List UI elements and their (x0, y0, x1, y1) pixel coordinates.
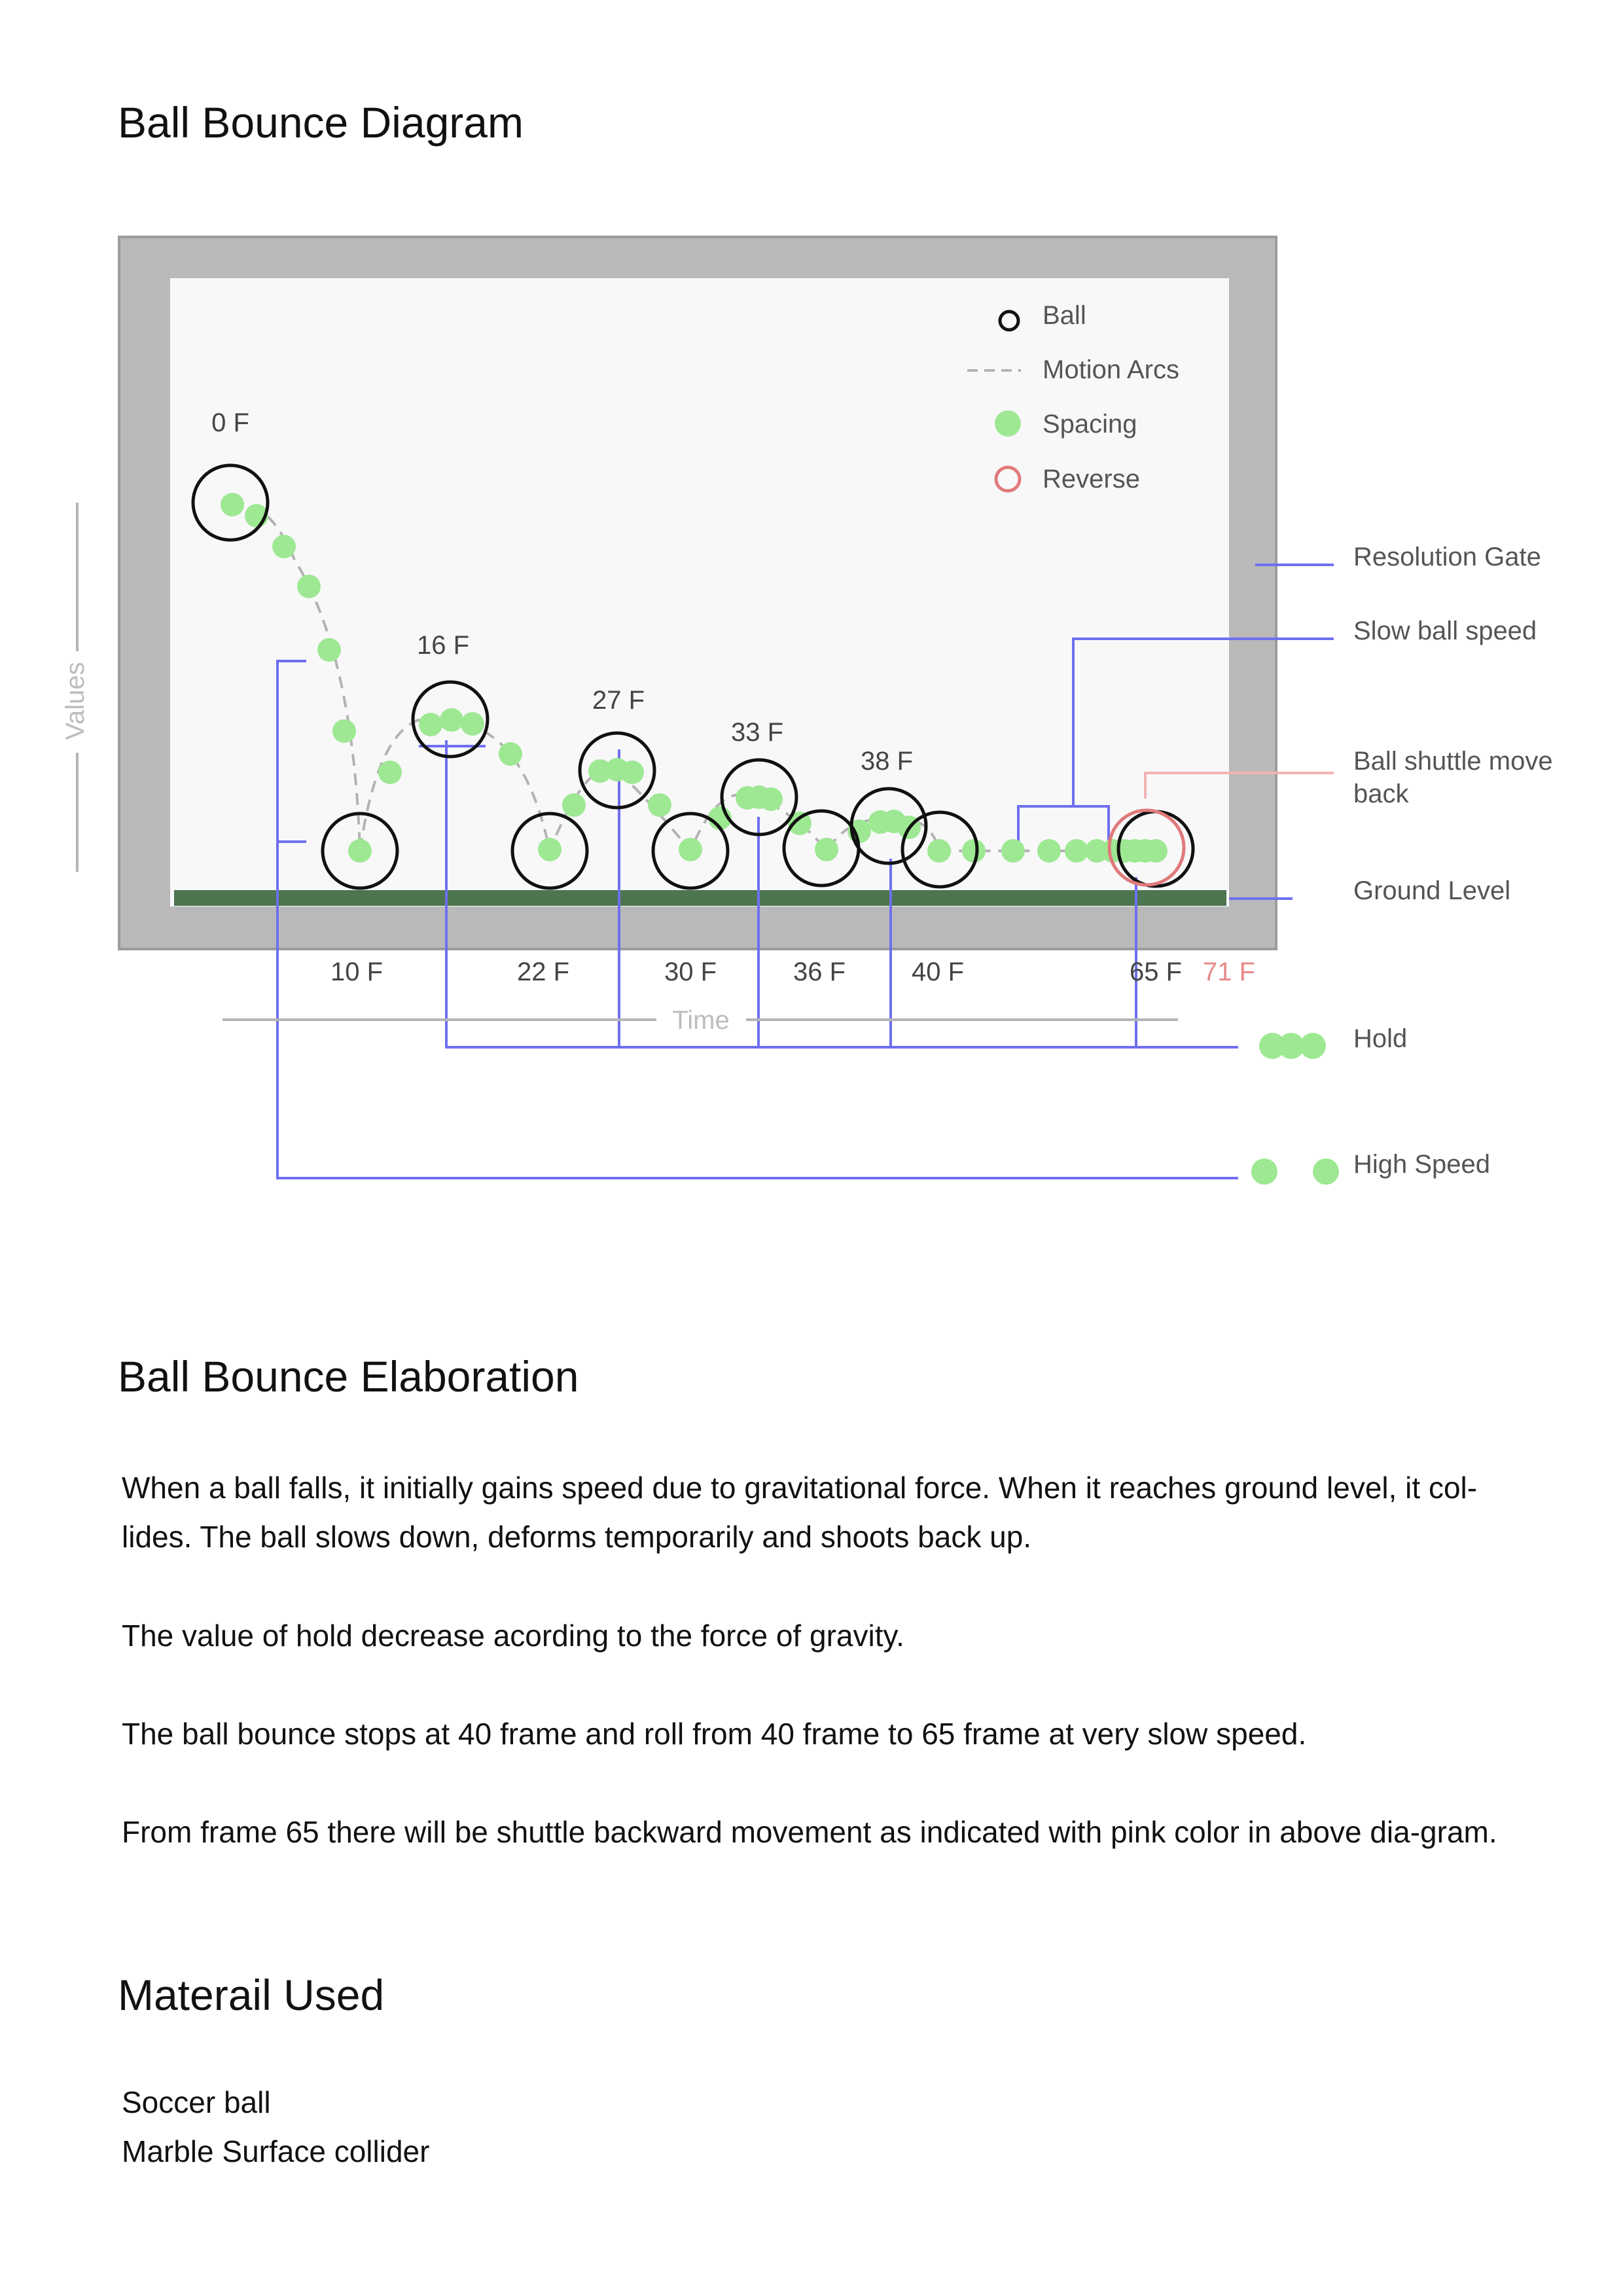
shuttle-label-line1: Ball shuttle move (1353, 747, 1553, 776)
materials-title: Materail Used (118, 1971, 385, 2019)
spacing-dot (419, 713, 442, 736)
material-item: Soccer ball (122, 2085, 271, 2119)
spacing-dot (815, 838, 838, 861)
spacing-dot (499, 742, 522, 766)
frame-label: 38 F (861, 747, 913, 776)
spacing-dot (332, 719, 356, 743)
slow-ball-speed-label: Slow ball speed (1353, 617, 1537, 645)
legend-label: Ball (1043, 301, 1086, 330)
ground-bar (174, 890, 1226, 906)
spacing-dot (1144, 839, 1168, 863)
spacing-dot (1001, 839, 1025, 863)
spacing-dot (620, 761, 644, 784)
spacing-dot (679, 838, 702, 861)
spacing-dot (562, 793, 586, 817)
frame-label: 30 F (664, 958, 717, 986)
material-item: Marble Surface collider (122, 2134, 430, 2168)
spacing-dot (378, 761, 402, 784)
spacing-dot (1037, 839, 1061, 863)
legend-label: Spacing (1043, 410, 1137, 439)
frame-label: 0 F (211, 408, 249, 437)
frame-labels-bottom: 10 F 22 F 30 F 36 F 40 F 65 F (330, 958, 1182, 986)
frame-label: 10 F (330, 958, 383, 986)
high-speed-label: High Speed (1353, 1150, 1490, 1179)
spacing-dot (648, 793, 671, 817)
elaboration-paragraph-3: The ball bounce stops at 40 frame and ro… (122, 1717, 1307, 1751)
frame-label: 65 F (1130, 958, 1182, 986)
shuttle-label-line2: back (1353, 780, 1409, 808)
values-axis-label: Values (61, 662, 90, 740)
frame-label: 33 F (731, 718, 783, 747)
time-axis-label: Time (672, 1006, 729, 1035)
values-axis: Values (61, 503, 90, 872)
spacing-dot (272, 535, 296, 558)
spacing-dot (221, 493, 244, 516)
elaboration-paragraph-4: From frame 65 there will be shuttle back… (122, 1815, 1497, 1849)
elaboration-paragraph-2: The value of hold decrease acording to t… (122, 1619, 904, 1653)
legend-label: Motion Arcs (1043, 355, 1179, 384)
frame-label: 27 F (592, 686, 645, 715)
ground-level-label: Ground Level (1353, 876, 1510, 905)
spacing-dot (927, 839, 951, 863)
spacing-dot (962, 839, 986, 863)
spacing-dot (297, 575, 321, 598)
legend-label: Reverse (1043, 465, 1140, 493)
hold-symbol (1259, 1033, 1326, 1059)
ball-bounce-diagram: Ball Bounce Diagram 0 F 16 F 27 F 33 F 3… (61, 98, 1553, 1185)
spacing-dot (461, 712, 484, 736)
resolution-gate-label: Resolution Gate (1353, 543, 1541, 571)
frame-label: 22 F (517, 958, 569, 986)
frame-label: 36 F (793, 958, 846, 986)
spacing-dot (348, 839, 372, 863)
spacing-legend-icon (995, 410, 1021, 437)
hold-label: Hold (1353, 1024, 1407, 1053)
spacing-dot (538, 838, 562, 861)
spacing-dot (317, 638, 341, 662)
frame-label: 16 F (417, 631, 469, 660)
spacing-dot (759, 787, 783, 811)
elaboration-paragraph-1: When a ball falls, it initially gains sp… (122, 1471, 1478, 1554)
frame-label-reverse: 71 F (1203, 958, 1255, 986)
time-axis: Time (223, 1006, 1178, 1035)
elaboration-title: Ball Bounce Elaboration (118, 1352, 579, 1401)
high-speed-symbol (1251, 1158, 1339, 1185)
spacing-dot (440, 708, 463, 732)
frame-label: 40 F (912, 958, 964, 986)
diagram-title: Ball Bounce Diagram (118, 98, 524, 147)
spacing-dot (1065, 839, 1088, 863)
callout-labels: Resolution Gate Slow ball speed Ball shu… (1353, 543, 1553, 1179)
